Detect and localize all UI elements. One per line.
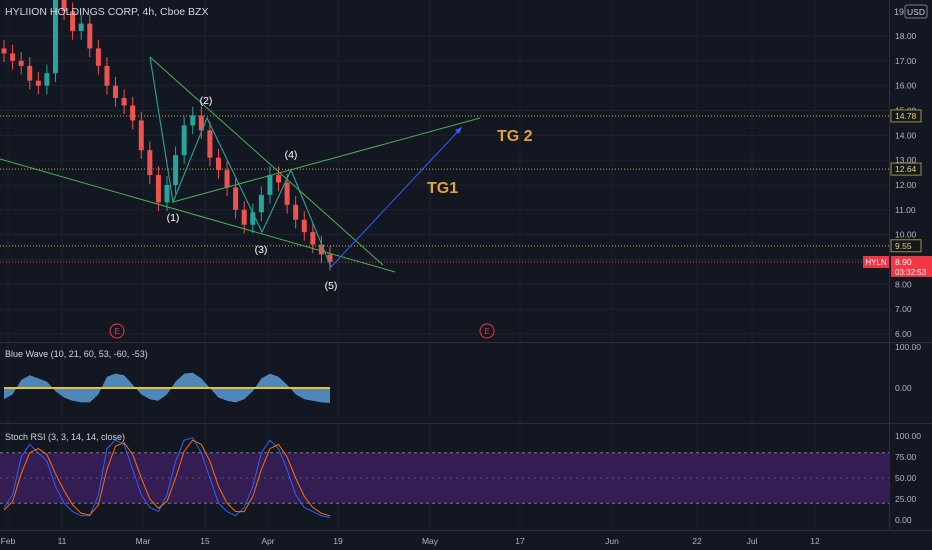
candle-body: [44, 73, 50, 86]
time-tick-label: Apr: [261, 536, 274, 546]
candle-body: [301, 219, 307, 233]
wave-tick-label: 0.00: [895, 383, 912, 393]
candle-body: [276, 175, 282, 183]
candle-body: [258, 194, 264, 213]
level-label: 12.64: [895, 164, 917, 174]
price-tick-label: 12.00: [895, 180, 917, 190]
wave-tick-label: 100.00: [895, 342, 921, 352]
stoch-tick-label: 0.00: [895, 515, 912, 525]
candle-body: [215, 157, 221, 171]
candle-body: [35, 80, 41, 86]
wave-label: (4): [285, 149, 298, 161]
price-tick-label: 16.00: [895, 81, 917, 91]
candle-body: [18, 60, 24, 66]
price-tick-label: 18.00: [895, 31, 917, 41]
currency-label: USD: [907, 7, 925, 17]
candle-body: [95, 48, 101, 66]
stoch-rsi-title[interactable]: Stoch RSI (3, 3, 14, 14, close): [5, 432, 125, 442]
time-tick-label: 15: [200, 536, 210, 546]
candle-body: [173, 155, 179, 185]
candle-body: [181, 125, 187, 156]
earnings-marker-label: E: [484, 327, 489, 336]
price-tick-label: 7.00: [895, 304, 912, 314]
ticker-label: HYLN: [865, 258, 887, 267]
earnings-marker-label: E: [114, 327, 119, 336]
candle-body: [78, 23, 84, 32]
candle-body: [130, 105, 136, 121]
stoch-tick-label: 50.00: [895, 473, 917, 483]
candle-body: [233, 187, 239, 210]
wave-label: (5): [325, 280, 338, 292]
candle-body: [164, 184, 170, 203]
time-tick-label: 11: [58, 536, 67, 546]
price-tick-label: 8.00: [895, 279, 912, 289]
target-label-tg2: TG 2: [497, 128, 533, 145]
level-label: 14.78: [895, 111, 917, 121]
wave-label: (2): [200, 95, 213, 107]
last-price-countdown: 03:32:53: [895, 268, 927, 277]
chart-canvas[interactable]: 18.0017.0016.0015.0014.0013.0012.0011.00…: [0, 0, 932, 550]
candle-body: [241, 209, 247, 225]
candle-body: [1, 48, 7, 54]
stoch-band: [0, 452, 889, 504]
time-tick-label: 22: [692, 536, 702, 546]
time-tick-label: Mar: [136, 536, 151, 546]
candle-body: [147, 150, 153, 176]
last-price-value: 8.90: [895, 257, 912, 267]
candle-body: [113, 85, 119, 99]
price-pane[interactable]: [0, 0, 890, 342]
price-tick-label: 14.00: [895, 130, 917, 140]
candle-body: [138, 120, 144, 151]
candle-body: [27, 65, 33, 81]
candle-body: [310, 232, 316, 245]
blue-wave-title[interactable]: Blue Wave (10, 21, 60, 53, -60, -53): [5, 349, 148, 359]
candle-body: [87, 23, 93, 49]
candle-body: [155, 175, 161, 203]
time-tick-label: 19: [333, 536, 343, 546]
candle-body: [293, 204, 299, 220]
target-label-tg1: TG1: [427, 180, 458, 197]
time-tick-label: Jul: [747, 536, 758, 546]
chart-window: 18.0017.0016.0015.0014.0013.0012.0011.00…: [0, 0, 932, 550]
candle-body: [104, 65, 110, 86]
price-tick-label: 6.00: [895, 329, 912, 339]
top-axis-label: 19: [894, 7, 904, 17]
wave-label: (1): [167, 212, 180, 224]
candle-body: [318, 244, 324, 255]
candle-body: [267, 175, 273, 195]
time-tick-label: May: [422, 536, 439, 546]
candle-body: [190, 115, 196, 126]
level-label: 9.55: [895, 241, 912, 251]
candle-body: [10, 53, 16, 61]
time-tick-label: 17: [515, 536, 525, 546]
candle-body: [284, 182, 290, 205]
symbol-title[interactable]: HYLIION HOLDINGS CORP, 4h, Cboe BZX: [5, 6, 208, 18]
time-axis[interactable]: Feb 11 Mar 15 Apr 19 May 17 Jun 22 Jul 12: [1, 536, 820, 546]
wave-label: (3): [255, 244, 268, 256]
candle-body: [224, 170, 230, 188]
stoch-tick-label: 75.00: [895, 452, 917, 462]
price-tick-label: 10.00: [895, 230, 917, 240]
candle-body: [207, 130, 213, 158]
price-tick-label: 17.00: [895, 56, 917, 66]
candle-body: [121, 98, 127, 106]
stoch-tick-label: 25.00: [895, 494, 917, 504]
time-tick-label: Jun: [605, 536, 619, 546]
time-tick-label: Feb: [1, 536, 16, 546]
time-tick-label: 12: [810, 536, 820, 546]
price-tick-label: 11.00: [895, 205, 916, 215]
stoch-tick-label: 100.00: [895, 431, 921, 441]
